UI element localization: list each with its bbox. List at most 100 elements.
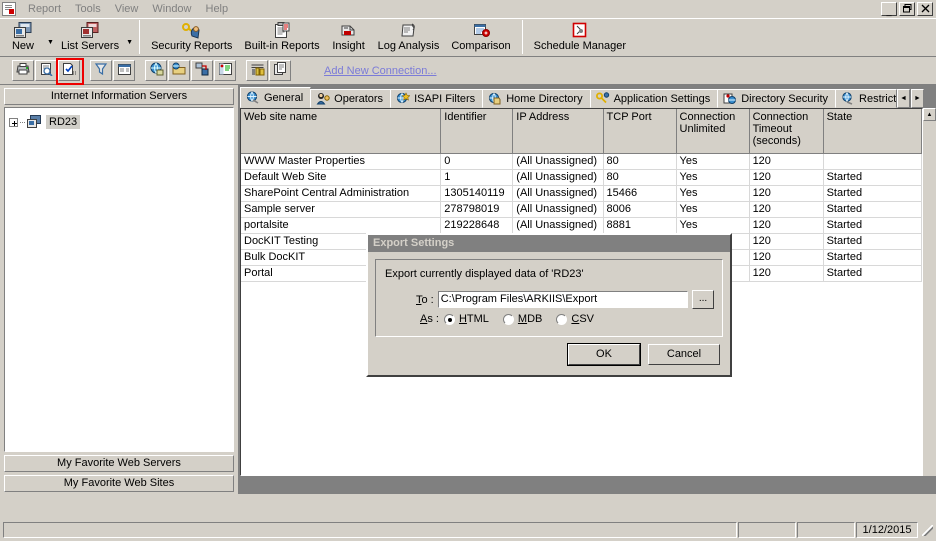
report-view-button[interactable] (113, 60, 135, 81)
cell-state: Started (823, 217, 922, 234)
cell-state: Started (823, 185, 922, 202)
column-header-connection-unlimited[interactable]: Connection Unlimited (676, 109, 750, 154)
tab-restrict[interactable]: Restrict (835, 89, 898, 108)
toolbar-comparison-label: Comparison (451, 40, 511, 52)
cell-website-name: Default Web Site (241, 169, 442, 186)
toolbar-builtin-reports-button[interactable]: Built-in Reports (238, 20, 325, 53)
toolbar-security-reports-label: Security Reports (151, 40, 233, 52)
export-button[interactable] (56, 58, 84, 85)
column-header-connection-timeout[interactable]: Connection Timeout (seconds) (749, 109, 824, 154)
open-folder-button[interactable] (168, 60, 190, 81)
toolbar-new-button[interactable]: New (0, 20, 46, 53)
network-icon (195, 62, 210, 79)
table-row[interactable]: WWW Master Properties 0 (All Unassigned)… (241, 153, 922, 170)
tab-scroll-right-button[interactable]: ► (911, 89, 925, 108)
filter-button[interactable] (90, 60, 112, 81)
radio-csv-indicator[interactable] (556, 313, 568, 325)
cell-connection-timeout: 120 (749, 169, 824, 186)
favorite-web-servers-button[interactable]: My Favorite Web Servers (4, 455, 234, 472)
column-header-ip-address[interactable]: IP Address (512, 109, 604, 154)
print-preview-button[interactable] (35, 60, 57, 81)
radio-html-label: HTML (458, 313, 489, 325)
table-row[interactable]: Sample server 278798019 (All Unassigned)… (241, 201, 922, 218)
menu-item-report[interactable]: Report (21, 1, 68, 18)
radio-mdb-label: MDB (517, 313, 543, 325)
log-analysis-icon (399, 21, 418, 39)
chart-lock-icon (250, 63, 265, 79)
menu-item-window[interactable]: Window (145, 1, 198, 18)
ok-button[interactable]: OK (567, 343, 641, 366)
resize-grip[interactable] (920, 523, 934, 537)
print-button[interactable] (12, 60, 34, 81)
toolbar-log-analysis-button[interactable]: Log Analysis (372, 20, 446, 53)
menu-item-tools[interactable]: Tools (68, 1, 108, 18)
toolbar-list-servers-button[interactable]: List Servers (55, 20, 125, 53)
chart-lock-button[interactable] (246, 60, 268, 81)
tab-application-settings[interactable]: Application Settings (589, 89, 719, 108)
cell-connection-unlimited: Yes (676, 169, 750, 186)
cancel-button[interactable]: Cancel (648, 344, 720, 365)
tree-item-rd23[interactable]: RD23 (9, 114, 229, 130)
server-new-icon (13, 21, 33, 39)
servers-tree[interactable]: RD23 (4, 107, 234, 452)
toolbar-separator-1 (139, 20, 141, 54)
tab-scroll-left-button[interactable]: ◄ (897, 89, 911, 108)
tab-isapi-filters[interactable]: ISAPI Filters (390, 89, 484, 108)
toolbar-comparison-button[interactable]: Comparison (445, 20, 516, 53)
cell-ip-address: (All Unassigned) (512, 201, 604, 218)
cell-connection-timeout: 120 (749, 233, 824, 250)
main-toolbar: New ▼ List Servers ▼ Security Reports Bu… (0, 18, 936, 57)
tab-home-directory[interactable]: Home Directory (482, 89, 591, 108)
tab-directory-security[interactable]: Directory Security (717, 89, 837, 108)
cell-tcp-port: 8881 (603, 217, 677, 234)
menu-item-view[interactable]: View (108, 1, 146, 18)
radio-html[interactable]: HTML (443, 313, 489, 325)
column-header-state[interactable]: State (823, 109, 922, 154)
home-directory-icon (488, 92, 502, 105)
copy-button[interactable] (269, 60, 291, 81)
minimize-button[interactable]: _ (881, 2, 897, 16)
toolbar-new-dropdown[interactable]: ▼ (46, 30, 55, 46)
menu-bar: Report Tools View Window Help _ (0, 0, 936, 18)
radio-mdb[interactable]: MDB (502, 313, 543, 325)
column-header-identifier[interactable]: Identifier (440, 109, 514, 154)
toolbar-insight-button[interactable]: Insight (326, 20, 372, 53)
table-row[interactable]: Default Web Site 1 (All Unassigned) 80 Y… (241, 169, 922, 186)
tree-connector (20, 121, 25, 123)
cell-tcp-port: 8006 (603, 201, 677, 218)
browse-button[interactable]: ... (692, 290, 714, 309)
favorite-web-sites-button[interactable]: My Favorite Web Sites (4, 475, 234, 492)
radio-html-indicator[interactable] (443, 313, 455, 325)
scroll-up-button[interactable]: ▲ (923, 108, 936, 121)
column-header-tcp-port[interactable]: TCP Port (603, 109, 677, 154)
globe-connect-button[interactable] (145, 60, 167, 81)
radio-mdb-indicator[interactable] (502, 313, 514, 325)
expand-icon[interactable] (9, 117, 18, 127)
menu-item-help[interactable]: Help (199, 1, 236, 18)
properties-button[interactable] (214, 60, 236, 81)
cell-tcp-port: 15466 (603, 185, 677, 202)
toolbar-list-servers-dropdown[interactable]: ▼ (125, 30, 134, 46)
tab-operators[interactable]: Operators (310, 89, 392, 108)
cell-identifier: 278798019 (440, 201, 514, 218)
column-header-website-name[interactable]: Web site name (241, 109, 442, 154)
add-new-connection-link[interactable]: Add New Connection... (324, 65, 437, 77)
table-row[interactable]: portalsite 219228648 (All Unassigned) 88… (241, 217, 922, 234)
toolbar-schedule-manager-button[interactable]: Schedule Manager (528, 20, 632, 53)
table-row[interactable]: SharePoint Central Administration 130514… (241, 185, 922, 202)
restore-button[interactable] (899, 2, 915, 16)
cell-connection-unlimited: Yes (676, 153, 750, 170)
print-preview-icon (39, 62, 54, 79)
network-button[interactable] (191, 60, 213, 81)
radio-csv[interactable]: CSV (556, 313, 594, 325)
dialog-group-box: Export currently displayed data of 'RD23… (375, 259, 723, 337)
export-path-input[interactable]: C:\Program Files\ARKIIS\Export (437, 291, 688, 308)
toolbar-security-reports-button[interactable]: Security Reports (145, 20, 238, 53)
cell-connection-timeout: 120 (749, 153, 824, 170)
format-row: As : HTML MDB CSV (420, 313, 608, 325)
comparison-icon (472, 21, 491, 39)
close-button[interactable] (917, 2, 933, 16)
tab-general[interactable]: General (240, 87, 312, 108)
grid-vertical-scrollbar[interactable]: ▲ (923, 108, 936, 476)
isapi-filters-icon (396, 92, 411, 105)
